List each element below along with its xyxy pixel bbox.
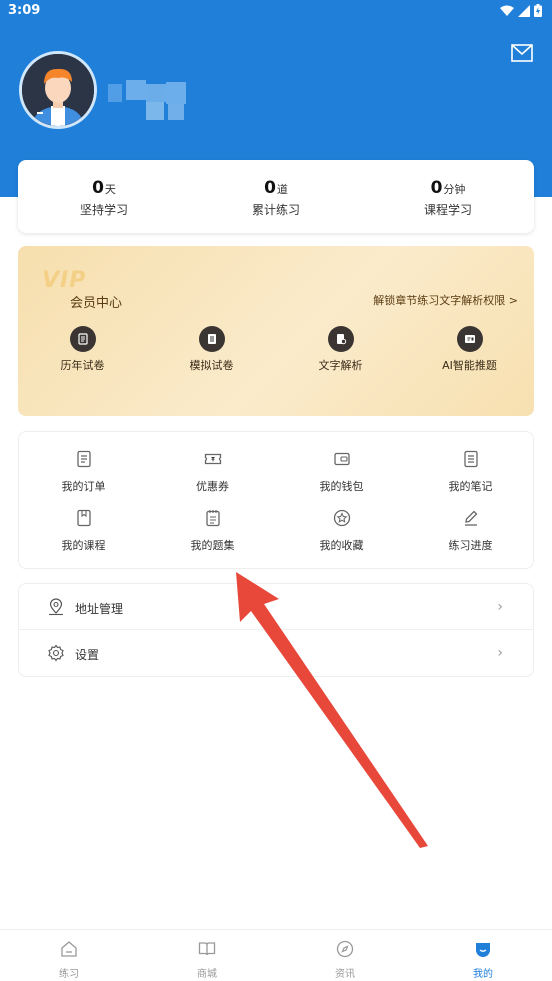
stat-course-minutes: 0分钟 课程学习 [362, 160, 534, 233]
vip-item-label: 模拟试卷 [189, 359, 234, 372]
grid-row: 我的课程 我的题集 我的收藏 练习进度 [19, 509, 535, 553]
vip-item-past-papers[interactable]: 历年试卷 [18, 326, 147, 373]
grid-item-coupons[interactable]: 优惠券 [148, 450, 277, 494]
edit-icon [464, 510, 477, 526]
stat-unit: 道 [276, 183, 288, 196]
grid-row: 我的订单 优惠券 我的钱包 我的笔记 [19, 450, 535, 494]
mail-icon[interactable] [511, 44, 533, 62]
favorite-icon [333, 509, 350, 527]
stat-value: 0 [92, 178, 104, 198]
vip-title: 会员中心 [70, 296, 123, 311]
grid-item-label: 练习进度 [448, 539, 493, 552]
wifi-icon [500, 5, 514, 16]
profile-icon [476, 943, 490, 957]
stat-label: 课程学习 [423, 203, 472, 217]
signal-icon [518, 4, 530, 17]
status-bar: 3:09 [0, 0, 552, 24]
stat-unit: 天 [104, 183, 116, 196]
chevron-right-icon: › [497, 645, 503, 661]
vip-item-label: AI智能推题 [442, 359, 497, 372]
vip-item-analysis[interactable]: 文字解析 [276, 326, 405, 373]
nav-label: 练习 [59, 969, 79, 980]
menu-item-label: 设置 [75, 648, 100, 662]
exam-paper-icon [69, 326, 96, 352]
grid-item-wallet[interactable]: 我的钱包 [277, 450, 406, 494]
home-icon [61, 941, 77, 957]
stat-practice-count: 0道 累计练习 [190, 160, 362, 233]
order-icon [76, 450, 91, 468]
stat-study-days: 0天 坚持学习 [18, 160, 190, 233]
chevron-right-icon: › [497, 599, 503, 615]
grid-item-label: 优惠券 [196, 480, 229, 493]
vip-card[interactable]: VIP 会员中心 解锁章节练习文字解析权限 > 历年试卷 模拟试卷 文字解析 A… [18, 246, 534, 416]
vip-item-label: 历年试卷 [60, 359, 105, 372]
grid-item-label: 我的题集 [190, 539, 235, 552]
menu-item-settings[interactable]: 设置 › [19, 630, 533, 676]
wallet-icon [333, 452, 350, 466]
notes-icon [463, 450, 478, 468]
grid-item-question-sets[interactable]: 我的题集 [148, 509, 277, 553]
vip-item-mock-exam[interactable]: 模拟试卷 [147, 326, 276, 373]
settings-menu: 地址管理 › 设置 › [18, 583, 534, 677]
battery-icon [534, 4, 542, 17]
stats-card: 0天 坚持学习 0道 累计练习 0分钟 课程学习 [18, 160, 534, 233]
nav-label: 我的 [473, 969, 493, 980]
vip-item-ai[interactable]: AI智能推题 [405, 326, 534, 373]
stat-value: 0 [264, 178, 276, 198]
grid-item-progress[interactable]: 练习进度 [406, 509, 535, 553]
bottom-nav: 练习 商城 资讯 我的 [0, 929, 552, 981]
nav-label: 商城 [197, 969, 217, 980]
vip-items: 历年试卷 模拟试卷 文字解析 AI智能推题 [18, 326, 534, 373]
grid-item-orders[interactable]: 我的订单 [19, 450, 148, 494]
avatar[interactable] [19, 51, 97, 129]
compass-icon [336, 940, 354, 958]
ai-icon [456, 326, 483, 352]
nav-tab-practice[interactable]: 练习 [0, 930, 138, 981]
nav-tab-shop[interactable]: 商城 [138, 930, 276, 981]
stat-label: 坚持学习 [79, 203, 128, 217]
course-icon [76, 509, 91, 527]
stat-label: 累计练习 [251, 203, 300, 217]
grid-item-label: 我的笔记 [448, 480, 493, 493]
shop-icon [198, 942, 216, 956]
status-time: 3:09 [8, 3, 41, 18]
grid-item-label: 我的收藏 [319, 539, 364, 552]
grid-item-label: 我的订单 [61, 480, 106, 493]
vip-item-label: 文字解析 [318, 359, 363, 372]
question-set-icon [205, 510, 220, 527]
username-mosaic [108, 80, 186, 122]
status-icons [500, 4, 542, 17]
vip-unlock-link[interactable]: 解锁章节练习文字解析权限 > [373, 292, 518, 308]
nav-tab-news[interactable]: 资讯 [276, 930, 414, 981]
vip-logo: VIP [42, 268, 87, 293]
gear-icon [48, 644, 64, 662]
grid-item-notes[interactable]: 我的笔记 [406, 450, 535, 494]
menu-item-label: 地址管理 [75, 602, 124, 616]
function-grid: 我的订单 优惠券 我的钱包 我的笔记 我的课程 我的题集 我的收藏 练习进度 [18, 431, 534, 569]
nav-tab-profile[interactable]: 我的 [414, 930, 552, 981]
mock-exam-icon [198, 326, 225, 352]
avatar-illustration [22, 54, 94, 126]
stat-value: 0 [430, 178, 443, 198]
coupon-icon [204, 453, 221, 465]
nav-label: 资讯 [335, 969, 355, 980]
grid-item-label: 我的课程 [61, 539, 106, 552]
grid-item-label: 我的钱包 [319, 480, 364, 493]
analysis-icon [327, 326, 354, 352]
grid-item-courses[interactable]: 我的课程 [19, 509, 148, 553]
location-icon [49, 598, 63, 616]
stat-unit: 分钟 [443, 183, 466, 196]
menu-item-address[interactable]: 地址管理 › [19, 584, 533, 630]
grid-item-favorites[interactable]: 我的收藏 [277, 509, 406, 553]
